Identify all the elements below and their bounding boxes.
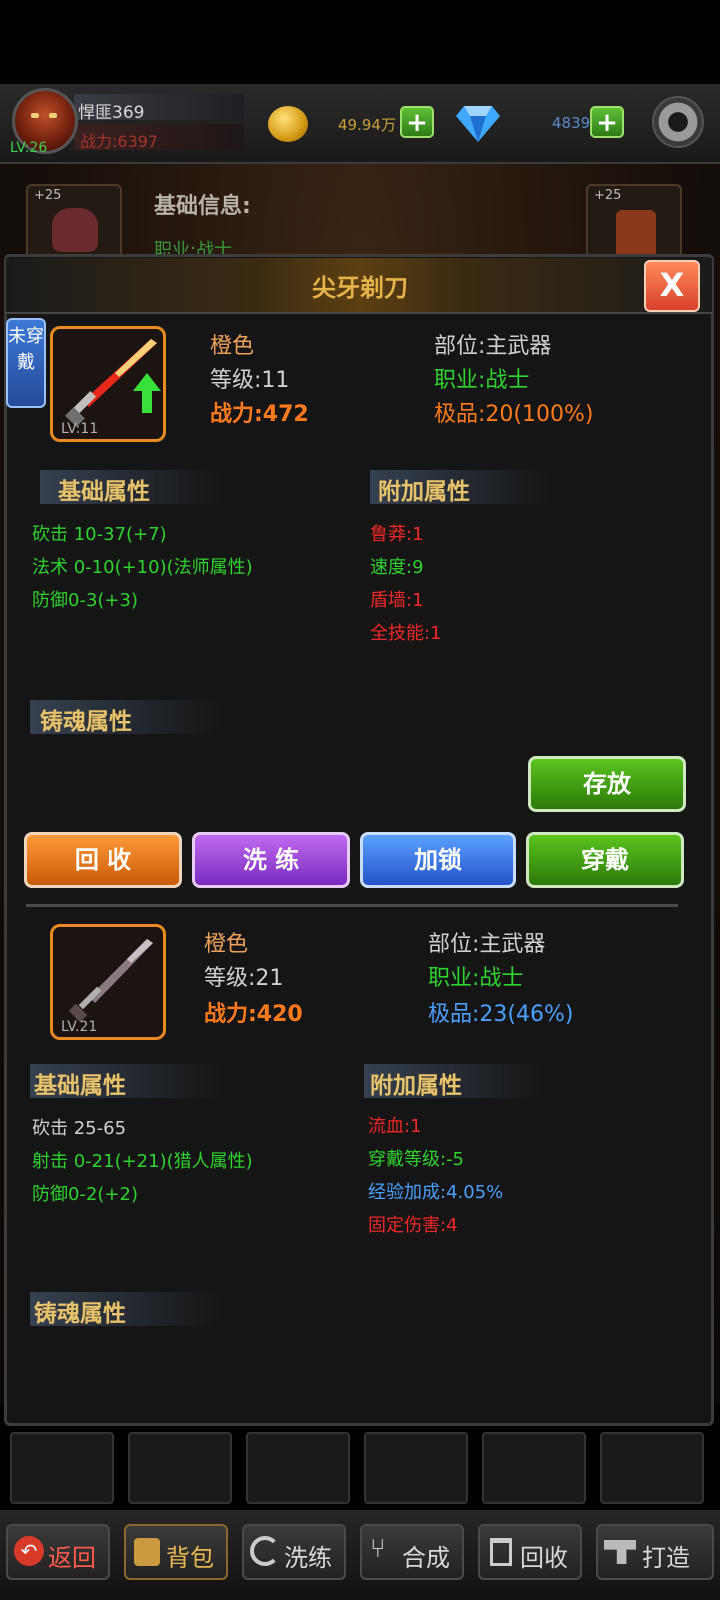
item-divider bbox=[26, 904, 678, 907]
add-diamond-button[interactable]: + bbox=[590, 106, 624, 138]
nav-bag-button[interactable]: 背包 bbox=[124, 1524, 228, 1580]
helmet-icon bbox=[52, 208, 98, 252]
gold-amount: 49.94万 bbox=[338, 116, 396, 134]
item-quality: 橙色 bbox=[210, 334, 255, 359]
store-button[interactable]: 存放 bbox=[528, 756, 686, 812]
item-power: 战力:472 bbox=[210, 402, 309, 427]
equipped-item-icon-frame[interactable]: LV.21 bbox=[50, 924, 166, 1040]
combine-icon: ⑂ bbox=[370, 1534, 386, 1564]
refine-button[interactable]: 洗 练 bbox=[192, 832, 350, 888]
item-level-badge: LV.21 bbox=[61, 1019, 98, 1035]
close-button[interactable]: X bbox=[644, 260, 700, 312]
slot-bonus: +25 bbox=[34, 188, 62, 203]
gold-coin-icon bbox=[268, 106, 308, 142]
new-item-icon-frame[interactable]: LV:11 bbox=[50, 326, 166, 442]
item-quality: 橙色 bbox=[204, 932, 249, 957]
nav-back-button[interactable]: ↶ 返回 bbox=[6, 1524, 110, 1580]
nav-recycle-button[interactable]: 回收 bbox=[478, 1524, 582, 1580]
armor-icon bbox=[616, 210, 656, 260]
add-gold-button[interactable]: + bbox=[400, 106, 434, 138]
base-attr-header: 基础属性 bbox=[40, 470, 220, 505]
nav-combine-button[interactable]: ⑂ 合成 bbox=[360, 1524, 464, 1580]
soul-attr-header: 铸魂属性 bbox=[30, 700, 220, 735]
nav-label: 合成 bbox=[402, 1544, 450, 1572]
basic-info-title: 基础信息: bbox=[154, 194, 251, 219]
bag-icon bbox=[134, 1538, 160, 1566]
inventory-slot[interactable] bbox=[600, 1432, 704, 1504]
item-slot: 部位:主武器 bbox=[434, 334, 552, 359]
extra-attr-line: 速度:9 bbox=[370, 557, 424, 578]
item-class: 职业:战士 bbox=[434, 368, 530, 393]
extra-attr-line: 固定伤害:4 bbox=[368, 1215, 458, 1236]
base-attr-line: 防御0-2(+2) bbox=[32, 1184, 138, 1205]
base-attr-title: 基础属性 bbox=[58, 479, 150, 505]
nav-label: 返回 bbox=[48, 1544, 96, 1572]
lock-button[interactable]: 加锁 bbox=[360, 832, 516, 888]
item-grade: 极品:20(100%) bbox=[434, 402, 594, 427]
extra-attr-title: 附加属性 bbox=[370, 1073, 462, 1099]
inventory-slot[interactable] bbox=[364, 1432, 468, 1504]
player-power: 战力:6397 bbox=[80, 132, 159, 151]
sword-icon bbox=[68, 939, 153, 1023]
anvil-icon bbox=[604, 1540, 636, 1564]
extra-attr-line: 经验加成:4.05% bbox=[368, 1182, 504, 1203]
base-attr-line: 法术 0-10(+10)(法师属性) bbox=[32, 557, 253, 578]
base-attr-title: 基础属性 bbox=[34, 1073, 126, 1099]
item-class: 职业:战士 bbox=[428, 966, 524, 991]
avatar-eye-icon bbox=[49, 113, 57, 118]
item-level: 等级:21 bbox=[204, 966, 284, 991]
soul-attr-header: 铸魂属性 bbox=[30, 1292, 220, 1327]
item-slot: 部位:主武器 bbox=[428, 932, 546, 957]
slot-bonus: +25 bbox=[594, 188, 622, 203]
panel-title: 尖牙剃刀 bbox=[312, 274, 408, 302]
base-attr-header: 基础属性 bbox=[30, 1064, 220, 1099]
nav-label: 背包 bbox=[166, 1544, 214, 1572]
avatar-eye-icon bbox=[31, 113, 39, 118]
item-level-badge: LV:11 bbox=[61, 421, 99, 437]
diamond-icon bbox=[456, 106, 500, 142]
base-attr-line: 砍击 10-37(+7) bbox=[32, 524, 167, 545]
player-name: 悍匪369 bbox=[78, 103, 145, 123]
trash-icon bbox=[490, 1538, 512, 1566]
extra-attr-header: 附加属性 bbox=[364, 1064, 544, 1099]
nav-label: 回收 bbox=[520, 1544, 568, 1572]
extra-attr-line: 穿戴等级:-5 bbox=[368, 1149, 465, 1170]
extra-attr-line: 盾墙:1 bbox=[370, 590, 424, 611]
soul-attr-title: 铸魂属性 bbox=[34, 1301, 126, 1327]
wear-button[interactable]: 穿戴 bbox=[526, 832, 684, 888]
nav-label: 洗练 bbox=[284, 1544, 332, 1572]
inventory-slot[interactable] bbox=[482, 1432, 586, 1504]
unworn-tag: 未穿戴 bbox=[6, 318, 46, 408]
refine-icon bbox=[250, 1536, 280, 1566]
extra-attr-title: 附加属性 bbox=[378, 479, 470, 505]
gear-icon[interactable] bbox=[652, 96, 704, 148]
soul-attr-title: 铸魂属性 bbox=[40, 709, 132, 735]
recycle-button[interactable]: 回 收 bbox=[24, 832, 182, 888]
nav-label: 打造 bbox=[642, 1544, 690, 1572]
inventory-slot[interactable] bbox=[128, 1432, 232, 1504]
nav-forge-button[interactable]: 打造 bbox=[596, 1524, 714, 1580]
player-level: LV:26 bbox=[10, 140, 48, 156]
extra-attr-header: 附加属性 bbox=[370, 470, 550, 505]
extra-attr-line: 流血:1 bbox=[368, 1116, 422, 1137]
upgrade-arrow-icon bbox=[133, 373, 161, 413]
extra-attr-line: 全技能:1 bbox=[370, 623, 442, 644]
nav-refine-button[interactable]: 洗练 bbox=[242, 1524, 346, 1580]
extra-attr-line: 鲁莽:1 bbox=[370, 524, 424, 545]
item-grade: 极品:23(46%) bbox=[428, 1002, 574, 1027]
base-attr-line: 射击 0-21(+21)(猎人属性) bbox=[32, 1151, 253, 1172]
item-power: 战力:420 bbox=[204, 1002, 303, 1027]
base-attr-line: 防御0-3(+3) bbox=[32, 590, 138, 611]
diamond-amount: 4839 bbox=[552, 114, 591, 132]
back-icon: ↶ bbox=[14, 1536, 44, 1566]
base-attr-line: 砍击 25-65 bbox=[32, 1118, 127, 1139]
item-level: 等级:11 bbox=[210, 368, 290, 393]
inventory-slot[interactable] bbox=[246, 1432, 350, 1504]
inventory-slot[interactable] bbox=[10, 1432, 114, 1504]
